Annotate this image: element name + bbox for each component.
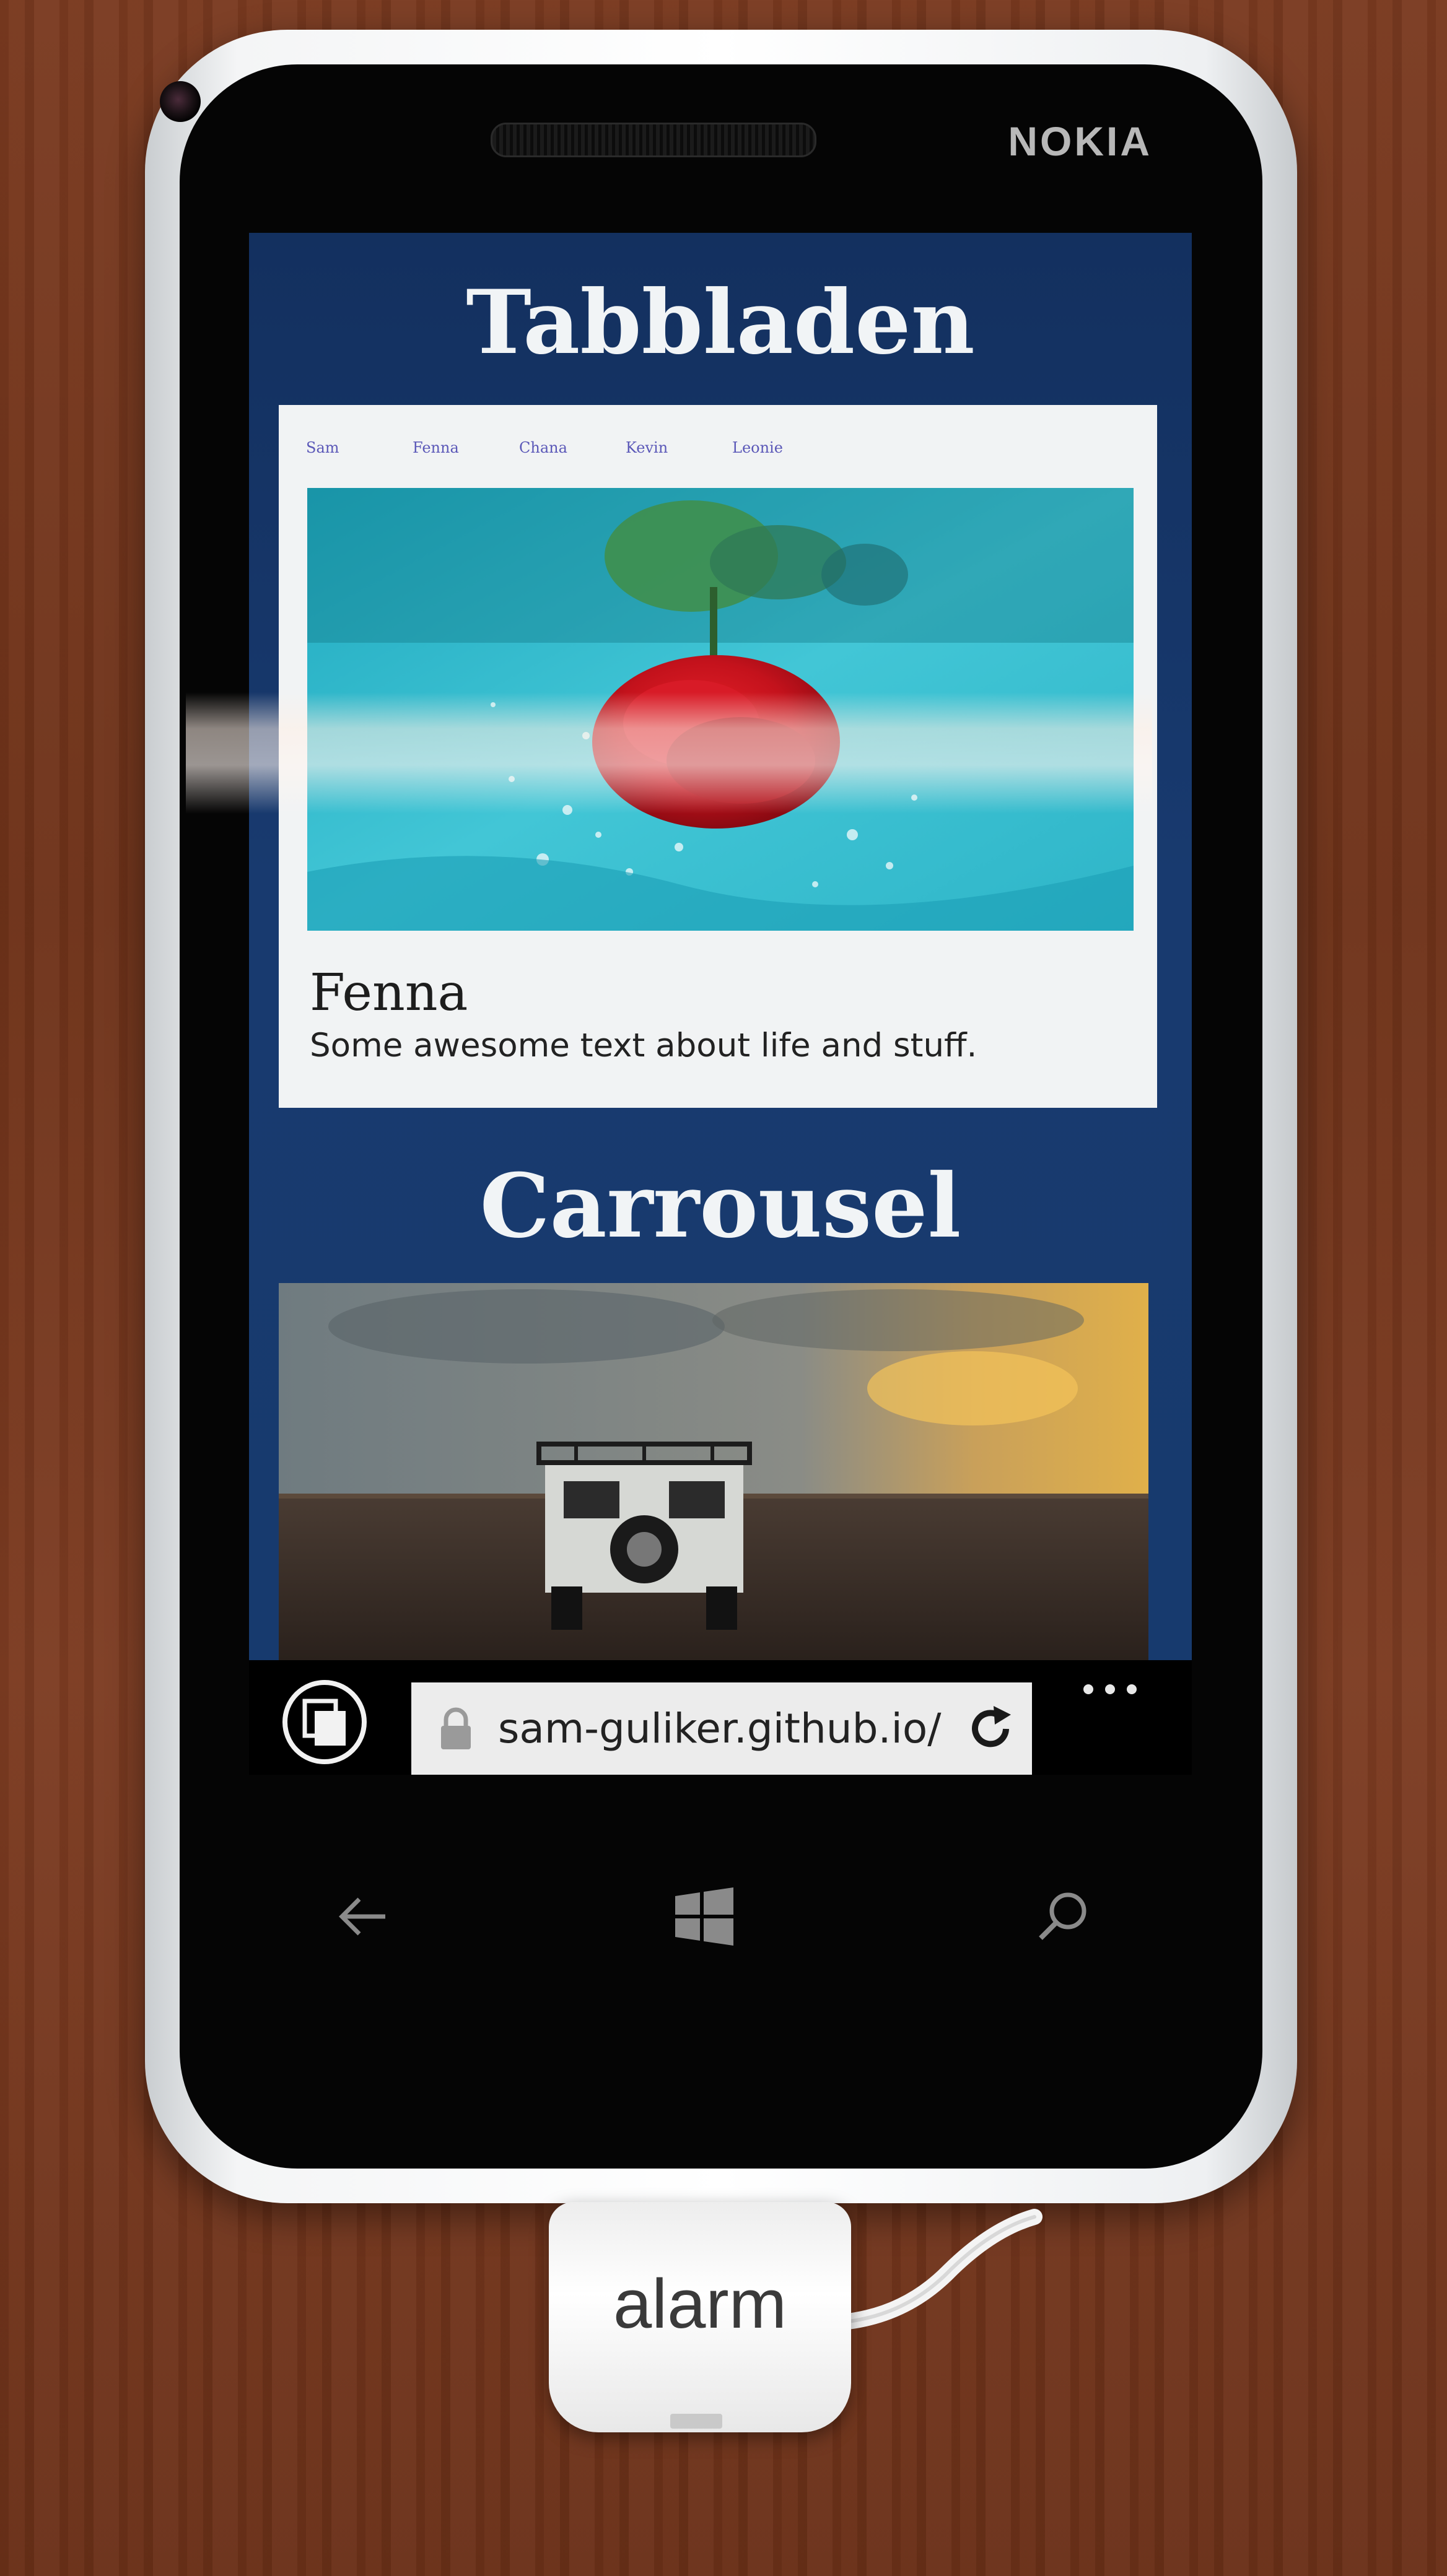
earpiece-speaker (491, 123, 816, 157)
tab-fenna[interactable]: Fenna (413, 432, 519, 463)
url-field[interactable]: sam-guliker.github.io/ (411, 1682, 1032, 1775)
more-icon[interactable] (1073, 1674, 1147, 1705)
tab-sam[interactable]: Sam (306, 432, 413, 463)
back-arrow-icon[interactable] (330, 1882, 398, 1951)
os-navigation-bar (249, 1833, 1192, 2000)
tabs-section-title: Tabbladen (466, 271, 975, 374)
tabs-icon[interactable] (281, 1679, 368, 1765)
front-camera (160, 81, 201, 122)
person-description: Some awesome text about life and stuff. (310, 1027, 977, 1064)
security-alarm-tag: alarm (549, 2202, 851, 2432)
carousel-jeep-image[interactable] (279, 1283, 1148, 1660)
brand-logo: NOKIA (1008, 118, 1152, 164)
phone-screen: Tabbladen Sam Fenna Chana Kevin Leonie F… (249, 233, 1192, 1775)
tab-leonie[interactable]: Leonie (732, 432, 839, 463)
tab-kevin[interactable]: Kevin (626, 432, 732, 463)
windows-start-icon[interactable] (670, 1882, 738, 1951)
lock-icon (437, 1707, 474, 1751)
security-cable (834, 2209, 1043, 2330)
url-text: sam-guliker.github.io/ (498, 1705, 942, 1752)
rose-underwater-image (307, 488, 1134, 931)
tab-chana[interactable]: Chana (519, 432, 626, 463)
alarm-label: alarm (613, 2265, 787, 2343)
carousel-section-title: Carrousel (479, 1155, 961, 1258)
browser-address-bar: sam-guliker.github.io/ (249, 1660, 1192, 1775)
search-icon[interactable] (1030, 1882, 1098, 1951)
tab-bar: Sam Fenna Chana Kevin Leonie (306, 432, 839, 463)
alarm-connector-slot (670, 2414, 722, 2429)
person-name: Fenna (310, 964, 468, 1022)
tabs-card: Sam Fenna Chana Kevin Leonie Fenna Some … (279, 405, 1157, 1108)
refresh-icon[interactable] (963, 1701, 1018, 1757)
web-page: Tabbladen Sam Fenna Chana Kevin Leonie F… (249, 233, 1192, 1660)
